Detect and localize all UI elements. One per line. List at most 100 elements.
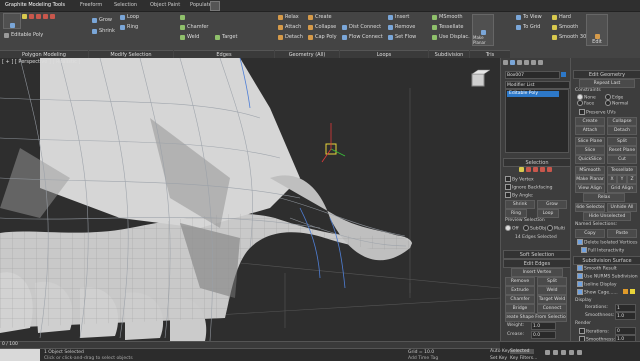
tab-freeform[interactable]: Freeform	[80, 2, 102, 8]
geo-msmooth-button[interactable]: MSmooth	[575, 166, 605, 175]
motion-tab-icon[interactable]	[524, 60, 529, 65]
planar-x-button[interactable]: X	[607, 175, 617, 184]
planar-z-button[interactable]: Z	[627, 175, 637, 184]
to-grid-button[interactable]: To Grid	[516, 24, 540, 30]
ring-button[interactable]: Ring	[120, 24, 138, 30]
loop-selection-button[interactable]: Loop	[537, 209, 559, 218]
to-view-button[interactable]: To View	[516, 14, 542, 20]
relax-button[interactable]: Relax	[278, 14, 299, 20]
edge-level-icon[interactable]	[526, 167, 531, 172]
geo-tessellate-button[interactable]: Tessellate	[607, 166, 637, 175]
modify-tab-icon[interactable]	[510, 60, 515, 65]
split-button[interactable]: Split	[537, 277, 567, 286]
display-tab-icon[interactable]	[531, 60, 536, 65]
remove-edge-button[interactable]	[180, 14, 185, 20]
shrink-selection-button[interactable]: Shrink	[505, 200, 535, 209]
create-shape-button[interactable]: Create Shape From Selection	[505, 313, 567, 322]
flow-connect-button[interactable]: Flow Connect	[342, 34, 383, 40]
cut-button[interactable]: Cut	[607, 155, 637, 164]
target-button[interactable]: Target	[215, 34, 237, 40]
bridge-button[interactable]: Bridge	[505, 304, 535, 313]
key-mode-dropdown[interactable]: Selected	[510, 349, 534, 354]
geo-make-planar-button[interactable]: Make Planar	[575, 175, 605, 184]
crease-spinner[interactable]: 0.0	[531, 331, 556, 339]
set-flow-button[interactable]: Set Flow	[388, 34, 416, 40]
selection-rollout-header[interactable]: Selection	[503, 158, 571, 167]
attach-button[interactable]: Attach	[278, 24, 301, 30]
collapse-button[interactable]: Collapse	[308, 24, 336, 30]
show-cage-checkbox[interactable]: Show Cage......	[577, 289, 618, 296]
grow-selection-button[interactable]: Grow	[537, 200, 567, 209]
edge-mode-icon[interactable]	[29, 14, 34, 19]
delete-isolated-checkbox[interactable]: Delete Isolated Vertices	[577, 239, 637, 246]
preview-multi-radio[interactable]: Multi	[547, 225, 565, 232]
geo-attach-button[interactable]: Attach	[575, 126, 605, 135]
repeat-last-button[interactable]: Repeat Last	[579, 79, 635, 88]
target-weld-button[interactable]: Target Weld	[537, 295, 567, 304]
edit-geometry-rollout-header[interactable]: Edit Geometry	[573, 70, 640, 79]
msmooth-button[interactable]: MSmooth	[432, 14, 463, 20]
ring-selection-button[interactable]: Ring	[505, 209, 527, 218]
weld-button[interactable]: Weld	[180, 34, 199, 40]
polygon-mode-icon[interactable]	[43, 14, 48, 19]
geo-create-button[interactable]: Create	[575, 117, 605, 126]
border-level-icon[interactable]	[533, 167, 538, 172]
key-filters-button[interactable]: Key Filters...	[510, 356, 537, 361]
dist-connect-button[interactable]: Dist Connect	[342, 24, 381, 30]
remove-button[interactable]: Remove	[505, 277, 535, 286]
modify-mode-button[interactable]	[3, 13, 21, 29]
modifier-list-dropdown[interactable]: Modifier List	[505, 81, 570, 89]
utilities-tab-icon[interactable]	[538, 60, 543, 65]
render-iterations-spinner[interactable]: 0	[615, 327, 636, 335]
detach-button[interactable]: Detach	[278, 34, 303, 40]
create-button[interactable]: Create	[308, 14, 332, 20]
display-iterations-spinner[interactable]: 1	[615, 304, 636, 312]
next-frame-icon[interactable]	[569, 350, 574, 355]
auto-key-button[interactable]: Auto Key	[490, 349, 510, 354]
view-align-button[interactable]: View Align	[575, 184, 605, 193]
hard-button[interactable]: Hard	[552, 14, 571, 20]
ribbon-toggle-icon[interactable]	[210, 1, 220, 11]
play-icon[interactable]	[561, 350, 566, 355]
vertex-mode-icon[interactable]	[22, 14, 27, 19]
connect-button[interactable]: Connect	[537, 304, 567, 313]
object-color-swatch[interactable]	[561, 72, 566, 77]
geo-relax-button[interactable]: Relax	[583, 193, 625, 202]
constraint-normal-radio[interactable]: Normal	[605, 100, 628, 107]
quickslice-button[interactable]: QuickSlice	[575, 155, 605, 164]
stack-item-editable-poly[interactable]: Editable Poly	[507, 91, 559, 97]
vertex-level-icon[interactable]	[519, 167, 524, 172]
go-to-start-icon[interactable]	[545, 350, 550, 355]
unhide-all-button[interactable]: Unhide All	[607, 203, 637, 212]
grid-align-button[interactable]: Grid Align	[607, 184, 637, 193]
polygon-level-icon[interactable]	[540, 167, 545, 172]
weight-spinner[interactable]: 1.0	[531, 322, 556, 330]
hide-selected-button[interactable]: Hide Selected	[575, 203, 605, 212]
render-iterations-checkbox[interactable]: Iterations:	[579, 328, 609, 335]
hide-unselected-button[interactable]: Hide Unselected	[583, 212, 631, 221]
go-to-end-icon[interactable]	[577, 350, 582, 355]
smooth-button[interactable]: Smooth	[552, 24, 578, 30]
smooth-30-button[interactable]: Smooth 30	[552, 34, 586, 40]
planar-y-button[interactable]: Y	[617, 175, 627, 184]
tab-populate[interactable]: Populate	[190, 2, 212, 8]
hierarchy-tab-icon[interactable]	[517, 60, 522, 65]
add-time-tag[interactable]: Add Time Tag	[408, 356, 438, 361]
cap-poly-button[interactable]: Cap Poly	[308, 34, 337, 40]
cage-color-swatch[interactable]	[623, 289, 628, 294]
edit-edges-rollout-header[interactable]: Edit Edges	[503, 259, 571, 268]
object-name-field[interactable]: Box007	[505, 71, 560, 79]
geo-detach-button[interactable]: Detach	[607, 126, 637, 135]
slice-plane-button[interactable]: Slice Plane	[575, 137, 605, 146]
insert-button[interactable]: Insert	[388, 14, 409, 20]
slice-button[interactable]: Slice	[575, 146, 605, 155]
cage-selected-color-swatch[interactable]	[630, 289, 635, 294]
preview-subobj-radio[interactable]: SubObj	[523, 225, 546, 232]
loop-button[interactable]: Loop	[120, 14, 139, 20]
reset-plane-button[interactable]: Reset Plane	[607, 146, 637, 155]
viewport-label[interactable]: [ + ] [ Perspective ] [ Realistic ]	[2, 59, 80, 65]
element-mode-icon[interactable]	[50, 14, 55, 19]
subdivision-surface-rollout-header[interactable]: Subdivision Surface	[573, 256, 640, 265]
isoline-display-checkbox[interactable]: Isoline Display	[577, 281, 617, 288]
element-level-icon[interactable]	[547, 167, 552, 172]
